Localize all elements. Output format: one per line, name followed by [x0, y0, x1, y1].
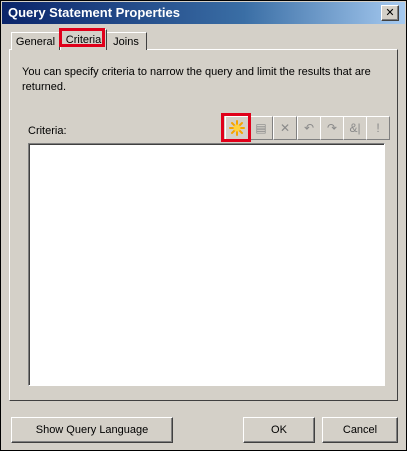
delete-icon: ✕ — [279, 121, 291, 135]
ok-label: OK — [271, 424, 287, 436]
close-button[interactable]: ✕ — [381, 5, 399, 21]
dialog-title: Query Statement Properties — [8, 5, 180, 20]
undo-button[interactable]: ↶ — [297, 116, 321, 140]
tab-joins[interactable]: Joins — [105, 32, 147, 50]
tab-criteria[interactable]: Criteria — [60, 29, 107, 50]
redo-icon: ↷ — [326, 121, 338, 135]
show-query-language-label: Show Query Language — [35, 424, 149, 436]
close-icon: ✕ — [385, 6, 395, 19]
properties-button[interactable]: ▤ — [249, 116, 273, 140]
tab-criteria-label: Criteria — [65, 34, 102, 46]
tab-general-label: General — [15, 35, 56, 48]
cancel-label: Cancel — [342, 424, 378, 436]
properties-icon: ▤ — [255, 121, 267, 135]
not-button[interactable]: ! — [366, 116, 390, 140]
criteria-label: Criteria: — [28, 125, 67, 137]
new-criterion-icon — [229, 120, 245, 136]
tab-joins-label: Joins — [113, 35, 139, 48]
and-or-button[interactable]: &| — [343, 116, 367, 140]
title-bar[interactable]: Query Statement Properties ✕ — [2, 2, 405, 24]
new-criterion-button[interactable] — [225, 116, 249, 140]
and-icon: &| — [349, 121, 361, 135]
criteria-list[interactable] — [28, 143, 385, 386]
undo-icon: ↶ — [303, 121, 315, 135]
criteria-description: You can specify criteria to narrow the q… — [22, 66, 371, 93]
not-icon: ! — [376, 121, 380, 135]
cancel-button[interactable]: Cancel — [322, 417, 398, 443]
query-statement-properties-dialog: Query Statement Properties ✕ General Joi… — [0, 0, 407, 451]
delete-button[interactable]: ✕ — [273, 116, 297, 140]
tab-general[interactable]: General — [11, 32, 60, 50]
redo-button[interactable]: ↷ — [320, 116, 344, 140]
show-query-language-button[interactable]: Show Query Language — [11, 417, 173, 443]
ok-button[interactable]: OK — [243, 417, 315, 443]
